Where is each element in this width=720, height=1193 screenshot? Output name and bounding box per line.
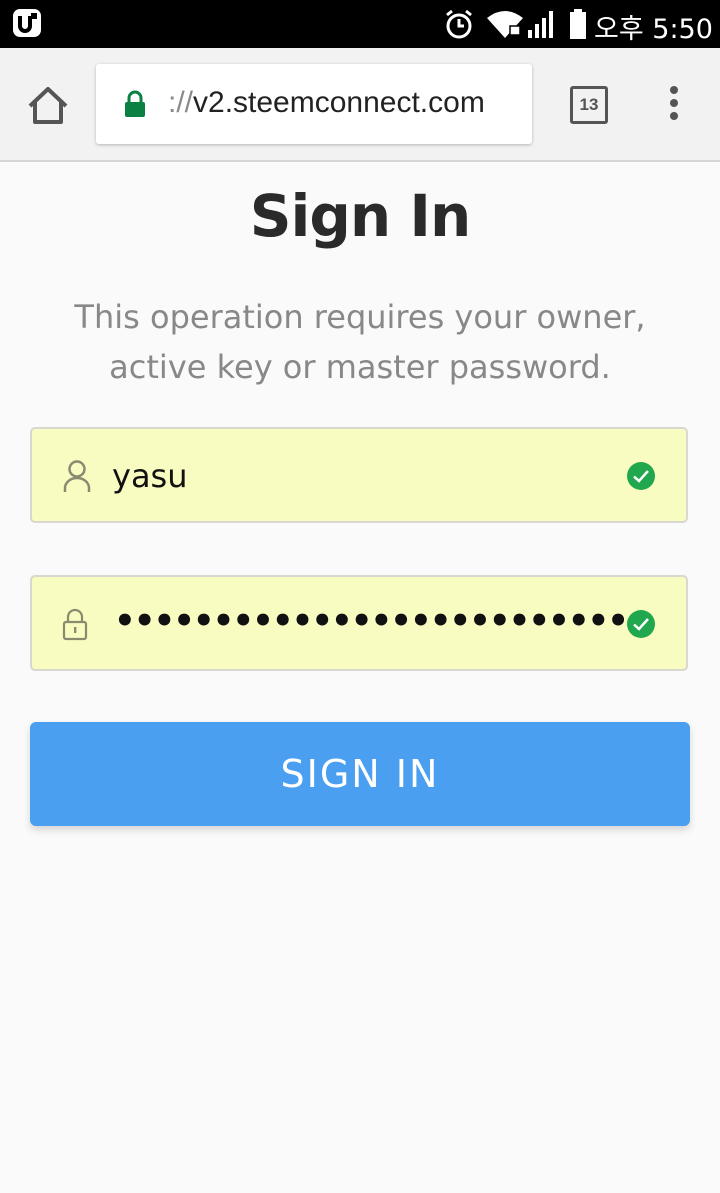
password-field[interactable]: •••••••••••••••••••••••••••••••••••• — [30, 575, 688, 671]
valid-check-icon — [626, 461, 656, 496]
alarm-icon — [444, 8, 474, 45]
signal-icon — [527, 10, 557, 43]
more-vert-icon[interactable] — [664, 86, 684, 126]
sign-in-button[interactable]: SIGN IN — [30, 722, 690, 826]
tab-count: 13 — [579, 95, 599, 114]
user-icon — [62, 459, 92, 498]
url-scheme: :// — [168, 86, 194, 119]
url-text: ://v2.steemconnect.com — [168, 86, 485, 120]
tabs-icon[interactable]: 13 — [570, 86, 608, 124]
home-icon[interactable] — [26, 84, 70, 128]
address-bar[interactable]: ://v2.steemconnect.com — [96, 64, 532, 144]
battery-icon — [569, 8, 587, 45]
valid-check-icon — [626, 609, 656, 644]
url-host: v2.steemconnect.com — [193, 86, 485, 119]
page-description: This operation requires your owner, acti… — [74, 298, 646, 386]
page-title: Sign In — [249, 182, 472, 250]
username-field[interactable]: yasu — [30, 427, 688, 523]
username-value: yasu — [112, 457, 188, 495]
status-bar: 오후 5:50 — [0, 0, 720, 48]
lock-icon — [124, 90, 146, 123]
wifi-icon — [486, 10, 524, 43]
app-icon — [12, 8, 42, 43]
lock-icon — [62, 607, 88, 646]
browser-toolbar: ://v2.steemconnect.com 13 — [0, 48, 720, 162]
status-time: 오후 5:50 — [594, 14, 713, 45]
password-value: •••••••••••••••••••••••••••••••••••• — [114, 601, 624, 641]
